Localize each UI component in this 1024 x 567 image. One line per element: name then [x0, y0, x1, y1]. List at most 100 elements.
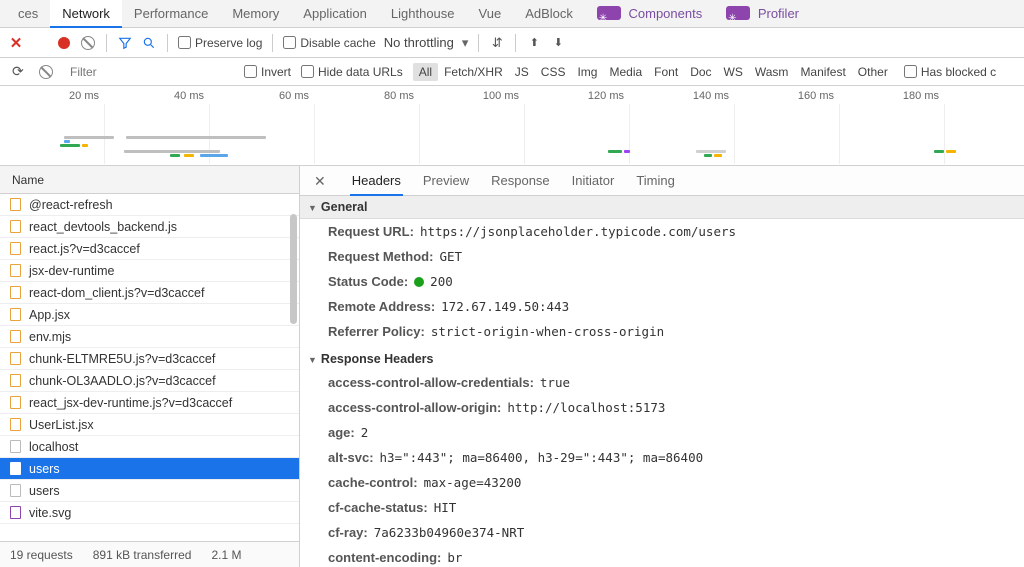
tab-vue[interactable]: Vue	[467, 0, 514, 28]
type-filter-font[interactable]: Font	[648, 63, 684, 81]
request-name: react-dom_client.js?v=d3caccef	[29, 286, 204, 300]
request-row[interactable]: App.jsx	[0, 304, 299, 326]
filter-input[interactable]	[64, 59, 234, 85]
timeline-tick: 140 ms	[630, 90, 735, 102]
details-tab-preview[interactable]: Preview	[421, 166, 471, 196]
tab-components[interactable]: Components	[585, 0, 714, 28]
file-icon	[10, 506, 21, 519]
close-icon[interactable]: ✕	[8, 35, 24, 51]
hide-data-urls-checkbox[interactable]: Hide data URLs	[301, 65, 403, 79]
tab-ces[interactable]: ces	[6, 0, 50, 28]
timeline-bar	[124, 150, 220, 153]
request-row[interactable]: vite.svg	[0, 502, 299, 524]
waterfall-overview[interactable]: 20 ms40 ms60 ms80 ms100 ms120 ms140 ms16…	[0, 86, 1024, 166]
type-filter-all[interactable]: All	[413, 63, 438, 81]
tab-adblock[interactable]: AdBlock	[513, 0, 585, 28]
header-value: 200	[430, 274, 453, 289]
close-details-icon[interactable]: ✕	[308, 166, 332, 196]
export-har-icon[interactable]	[550, 35, 566, 51]
request-row[interactable]: react_jsx-dev-runtime.js?v=d3caccef	[0, 392, 299, 414]
network-toolbar: ✕ Preserve log Disable cache No throttli…	[0, 28, 1024, 58]
request-row[interactable]: chunk-OL3AADLO.js?v=d3caccef	[0, 370, 299, 392]
request-row[interactable]: users	[0, 480, 299, 502]
type-filter-ws[interactable]: WS	[718, 63, 749, 81]
status-bar: 19 requests891 kB transferred2.1 M	[0, 541, 299, 567]
type-filter-other[interactable]: Other	[852, 63, 894, 81]
disable-cache-checkbox[interactable]: Disable cache	[283, 36, 375, 50]
header-value: HIT	[434, 500, 457, 515]
search-icon[interactable]	[141, 35, 157, 51]
type-filter-js[interactable]: JS	[509, 63, 535, 81]
tab-application[interactable]: Application	[291, 0, 379, 28]
type-filter-media[interactable]: Media	[603, 63, 648, 81]
reload-icon[interactable]: ⟳	[4, 63, 28, 80]
request-row[interactable]: react_devtools_backend.js	[0, 216, 299, 238]
type-filter-manifest[interactable]: Manifest	[794, 63, 851, 81]
header-value: h3=":443"; ma=86400, h3-29=":443"; ma=86…	[380, 450, 704, 465]
section-header[interactable]: Response Headers	[300, 344, 1024, 370]
filter-icon[interactable]	[117, 35, 133, 51]
request-row[interactable]: react-dom_client.js?v=d3caccef	[0, 282, 299, 304]
type-filter-doc[interactable]: Doc	[684, 63, 717, 81]
header-key: cache-control:	[328, 475, 418, 490]
request-row[interactable]: jsx-dev-runtime	[0, 260, 299, 282]
request-row[interactable]: env.mjs	[0, 326, 299, 348]
request-row[interactable]: users	[0, 458, 299, 480]
request-list[interactable]: @react-refreshreact_devtools_backend.jsr…	[0, 194, 299, 541]
timeline-bar	[608, 150, 622, 153]
request-row[interactable]: chunk-ELTMRE5U.js?v=d3caccef	[0, 348, 299, 370]
header-key: content-encoding:	[328, 550, 441, 565]
import-har-icon[interactable]	[526, 35, 542, 51]
stop-icon[interactable]	[38, 64, 54, 80]
header-value: strict-origin-when-cross-origin	[431, 324, 664, 339]
request-row[interactable]: UserList.jsx	[0, 414, 299, 436]
tab-performance[interactable]: Performance	[122, 0, 220, 28]
file-icon	[10, 484, 21, 497]
request-row[interactable]: localhost	[0, 436, 299, 458]
header-row: Status Code:200	[300, 269, 1024, 294]
request-name: localhost	[29, 440, 78, 454]
header-row: alt-svc: h3=":443"; ma=86400, h3-29=":443…	[300, 445, 1024, 470]
tab-network[interactable]: Network	[50, 0, 122, 28]
details-tab-response[interactable]: Response	[489, 166, 552, 196]
preserve-log-checkbox[interactable]: Preserve log	[178, 36, 262, 50]
header-value: br	[447, 550, 462, 565]
header-value: GET	[439, 249, 462, 264]
tab-memory[interactable]: Memory	[220, 0, 291, 28]
record-button[interactable]	[56, 35, 72, 51]
details-tab-headers[interactable]: Headers	[350, 166, 403, 196]
type-filter-fetch-xhr[interactable]: Fetch/XHR	[438, 63, 509, 81]
status-dot-icon	[414, 277, 424, 287]
throttling-select[interactable]: No throttling	[384, 35, 454, 50]
file-icon	[10, 242, 21, 255]
timeline-tick: 100 ms	[420, 90, 525, 102]
timeline-tick: 80 ms	[315, 90, 420, 102]
header-row: Remote Address:172.67.149.50:443	[300, 294, 1024, 319]
invert-checkbox[interactable]: Invert	[244, 65, 291, 79]
file-icon	[10, 330, 21, 343]
header-key: alt-svc:	[328, 450, 374, 465]
type-filter-img[interactable]: Img	[571, 63, 603, 81]
timeline-bar	[82, 144, 88, 147]
column-header-name[interactable]: Name	[0, 166, 299, 194]
request-list-pane: Name @react-refreshreact_devtools_backen…	[0, 166, 300, 567]
clear-icon[interactable]	[80, 35, 96, 51]
section-header[interactable]: General	[300, 196, 1024, 219]
type-filter-wasm[interactable]: Wasm	[749, 63, 795, 81]
network-conditions-icon[interactable]	[489, 35, 505, 51]
scrollbar[interactable]	[288, 194, 299, 541]
tab-lighthouse[interactable]: Lighthouse	[379, 0, 467, 28]
request-name: vite.svg	[29, 506, 71, 520]
header-key: age:	[328, 425, 355, 440]
header-row: access-control-allow-origin:http://local…	[300, 395, 1024, 420]
request-row[interactable]: react.js?v=d3caccef	[0, 238, 299, 260]
timeline-tick: 20 ms	[0, 90, 105, 102]
header-row: age:2	[300, 420, 1024, 445]
details-body[interactable]: GeneralRequest URL:https://jsonplacehold…	[300, 196, 1024, 567]
details-tab-initiator[interactable]: Initiator	[570, 166, 617, 196]
has-blocked-checkbox[interactable]: Has blocked c	[904, 65, 996, 79]
request-row[interactable]: @react-refresh	[0, 194, 299, 216]
type-filter-css[interactable]: CSS	[535, 63, 572, 81]
tab-profiler[interactable]: Profiler	[714, 0, 811, 28]
details-tab-timing[interactable]: Timing	[634, 166, 677, 196]
